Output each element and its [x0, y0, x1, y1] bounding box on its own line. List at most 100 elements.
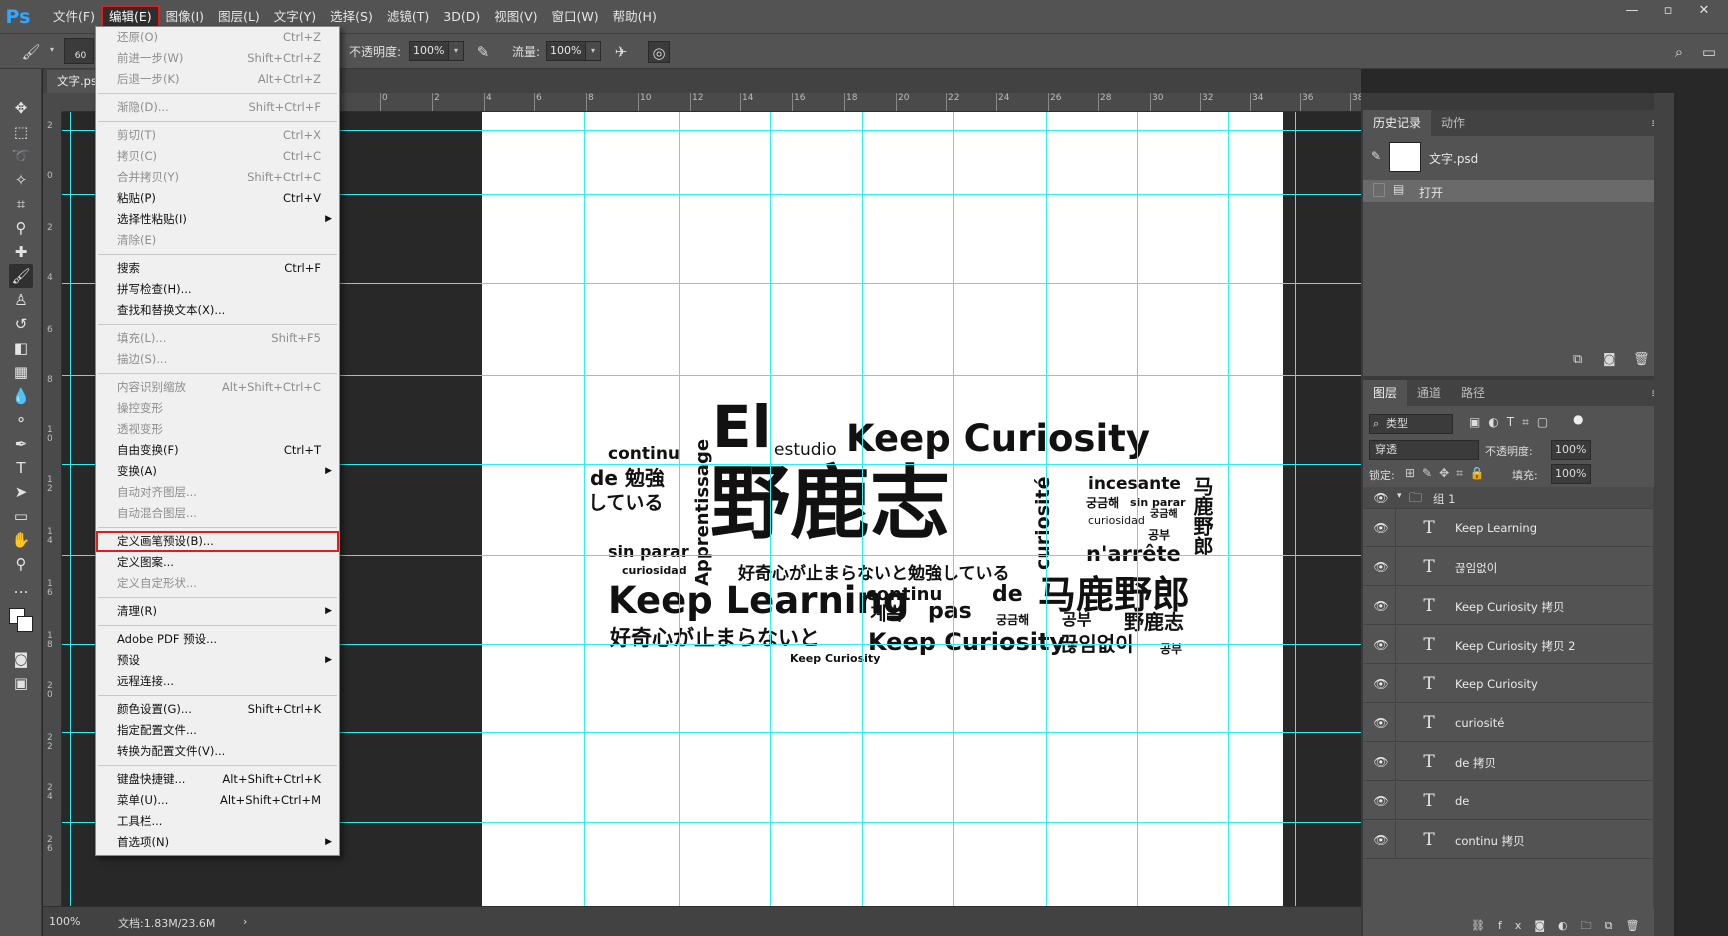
eye-icon[interactable]: 👁 [1372, 794, 1390, 808]
search-icon[interactable]: ⌕ [1668, 41, 1690, 63]
lasso-tool-icon[interactable]: ➰ [9, 144, 33, 168]
vertical-guide[interactable] [770, 112, 771, 906]
new-document-from-state-icon[interactable]: ⧉ [1573, 352, 1582, 367]
vertical-guide[interactable] [70, 112, 71, 906]
pen-tool-icon[interactable]: ✒ [9, 432, 33, 456]
zoom-level[interactable]: 100% [49, 915, 80, 928]
filter-toggle-icon[interactable]: ● [1573, 412, 1583, 432]
quick-select-tool-icon[interactable]: ✧ [9, 168, 33, 192]
menu-2[interactable]: 图像(I) [159, 6, 211, 28]
opacity-dropdown[interactable]: ▾ [448, 41, 464, 61]
edit-menu-item[interactable]: 颜色设置(G)... Shift+Ctrl+K [96, 699, 339, 720]
layer-row[interactable]: 👁 T Keep Curiosity [1363, 665, 1657, 703]
menu-4[interactable]: 文字(Y) [267, 6, 323, 28]
menu-9[interactable]: 窗口(W) [545, 6, 606, 28]
menu-0[interactable]: 文件(F) [46, 6, 102, 28]
tool-preset-dropdown[interactable]: ▾ [46, 41, 58, 61]
pressure-size-icon[interactable]: ◎ [648, 41, 670, 63]
menu-1[interactable]: 编辑(E) [100, 4, 160, 29]
edit-menu-item[interactable]: 指定配置文件... [96, 720, 339, 741]
chevron-down-icon[interactable]: ▾ [1397, 491, 1402, 501]
vertical-guide[interactable] [1295, 112, 1296, 906]
rectangle-tool-icon[interactable]: ▭ [9, 504, 33, 528]
edit-menu-item[interactable]: 选择性粘贴(I) ▶ [96, 209, 339, 230]
type-tool-icon[interactable]: T [9, 456, 33, 480]
minimize-button[interactable]: — [1614, 0, 1650, 24]
airbrush-icon[interactable]: ✈ [610, 41, 632, 63]
layer-row[interactable]: 👁 Tcontinu 拷贝 [1363, 821, 1657, 859]
history-brush-source-icon[interactable]: ✎ [1371, 149, 1381, 163]
edit-menu-item[interactable]: 拼写检查(H)... [96, 279, 339, 300]
blur-tool-icon[interactable]: 💧 [9, 384, 33, 408]
restore-button[interactable]: ▫ [1650, 0, 1686, 24]
path-select-tool-icon[interactable]: ➤ [9, 480, 33, 504]
edit-menu-item[interactable]: 定义画笔预设(B)... [96, 531, 339, 552]
edit-menu-item[interactable]: 工具栏... [96, 811, 339, 832]
vertical-guide[interactable] [584, 112, 585, 906]
edit-menu-item[interactable]: 搜索 Ctrl+F [96, 258, 339, 279]
screen-mode-icon[interactable]: ▣ [9, 671, 33, 695]
blend-mode-select[interactable]: 穿透 [1369, 440, 1479, 460]
layer-row[interactable]: 👁 Tde [1363, 782, 1657, 820]
edit-menu-item[interactable]: 预设 ▶ [96, 650, 339, 671]
workspace-icon[interactable]: ▭ [1698, 41, 1720, 63]
dodge-tool-icon[interactable]: ⚬ [9, 408, 33, 432]
edit-menu-item[interactable]: 转换为配置文件(V)... [96, 741, 339, 762]
eye-icon[interactable]: 👁 [1372, 560, 1390, 574]
layer-row[interactable]: 👁 Tcuriosité [1363, 704, 1657, 742]
eye-icon[interactable]: 👁 [1372, 521, 1390, 535]
crop-tool-icon[interactable]: ⌗ [9, 192, 33, 216]
opacity-input[interactable]: 100% [409, 41, 449, 61]
edit-menu-item[interactable]: 自由变换(F) Ctrl+T [96, 440, 339, 461]
layer-opacity-input[interactable]: 100% [1551, 440, 1591, 460]
menu-6[interactable]: 滤镜(T) [380, 6, 436, 28]
layer-footer-icons[interactable]: ⛓fx◙◐🗀⧉🗑 [1471, 917, 1652, 936]
camera-icon[interactable]: ◙ [1603, 352, 1616, 367]
flow-dropdown[interactable]: ▾ [585, 41, 601, 61]
eye-icon[interactable]: 👁 [1372, 833, 1390, 847]
edit-menu-item[interactable]: 菜单(U)... Alt+Shift+Ctrl+M [96, 790, 339, 811]
history-step-checkbox[interactable] [1373, 183, 1385, 197]
hand-tool-icon[interactable]: ✋ [9, 528, 33, 552]
history-step[interactable]: ▤ 打开 [1363, 180, 1657, 202]
close-button[interactable]: ✕ [1686, 0, 1722, 24]
gradient-tool-icon[interactable]: ▦ [9, 360, 33, 384]
edit-menu-item[interactable]: 远程连接... [96, 671, 339, 692]
eye-icon[interactable]: 👁 [1372, 599, 1390, 613]
trash-icon[interactable]: 🗑 [1633, 352, 1650, 367]
eye-icon[interactable]: 👁 [1372, 638, 1390, 652]
vertical-guide[interactable] [862, 112, 863, 906]
menu-8[interactable]: 视图(V) [487, 6, 544, 28]
healing-brush-tool-icon[interactable]: ✚ [9, 240, 33, 264]
move-tool-icon[interactable]: ✥ [9, 96, 33, 120]
vertical-guide[interactable] [1046, 112, 1047, 906]
zoom-tool-icon[interactable]: ⚲ [9, 552, 33, 576]
layer-row[interactable]: 👁 Tde 拷贝 [1363, 743, 1657, 781]
brush-tool-icon[interactable]: 🖌 [9, 264, 33, 288]
vertical-guide[interactable] [1137, 112, 1138, 906]
eraser-tool-icon[interactable]: ◧ [9, 336, 33, 360]
tab-paths[interactable]: 路径 [1451, 380, 1495, 406]
brush-tool-icon[interactable]: 🖌 [20, 41, 42, 63]
menu-3[interactable]: 图层(L) [211, 6, 267, 28]
clone-stamp-tool-icon[interactable]: ♙ [9, 288, 33, 312]
edit-menu-item[interactable]: 查找和替换文本(X)... [96, 300, 339, 321]
vertical-guide[interactable] [679, 112, 680, 906]
quick-mask-icon[interactable]: ◙ [9, 647, 33, 671]
marquee-tool-icon[interactable]: ⬚ [9, 120, 33, 144]
layer-row[interactable]: 👁 T 끊임없이 [1363, 548, 1657, 586]
edit-menu-item[interactable]: 清理(R) ▶ [96, 601, 339, 622]
fill-input[interactable]: 100% [1551, 464, 1591, 484]
eye-icon[interactable]: 👁 [1372, 755, 1390, 769]
flow-input[interactable]: 100% [546, 41, 586, 61]
tab-layers[interactable]: 图层 [1363, 380, 1408, 406]
lock-icons[interactable]: ⊞✎✥⌗🔒 [1405, 466, 1492, 481]
edit-menu-item[interactable]: Adobe PDF 预设... [96, 629, 339, 650]
menu-7[interactable]: 3D(D) [436, 6, 487, 28]
vertical-guide[interactable] [1228, 112, 1229, 906]
tab-channels[interactable]: 通道 [1407, 380, 1451, 406]
eye-icon[interactable]: 👁 [1372, 716, 1390, 730]
edit-menu-item[interactable]: 定义图案... [96, 552, 339, 573]
vertical-guide[interactable] [953, 112, 954, 906]
tab-history[interactable]: 历史记录 [1363, 110, 1432, 136]
